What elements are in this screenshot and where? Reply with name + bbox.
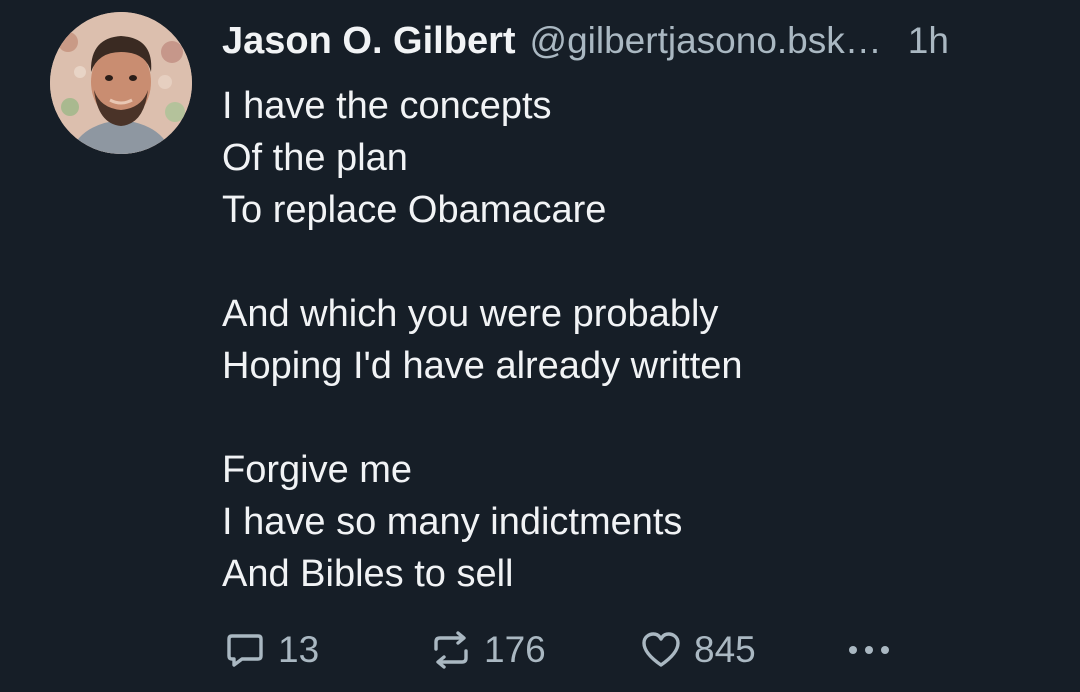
reply-count: 13 <box>278 629 320 670</box>
post-line: And Bibles to sell <box>222 553 514 595</box>
post-line: Of the plan <box>222 137 408 179</box>
more-options-button[interactable] <box>846 624 892 676</box>
post-line: I have the concepts <box>222 85 552 127</box>
post-line: Forgive me <box>222 449 413 491</box>
post-line: Hoping I'd have already written <box>222 345 743 387</box>
repost-button[interactable]: 176 <box>428 624 546 676</box>
like-count: 845 <box>694 629 756 670</box>
post-card: Jason O. Gilbert @gilbertjasono.bsk… 1h … <box>0 0 1080 692</box>
post-header: Jason O. Gilbert @gilbertjasono.bsk… 1h <box>222 20 1052 70</box>
display-name[interactable]: Jason O. Gilbert <box>222 20 516 63</box>
repost-count: 176 <box>484 629 546 670</box>
user-handle[interactable]: @gilbertjasono.bsk… <box>530 20 882 62</box>
post-line: To replace Obamacare <box>222 189 607 231</box>
action-bar: 13 176 845 <box>222 624 1022 676</box>
avatar[interactable] <box>50 12 192 154</box>
avatar-image <box>50 12 192 154</box>
reply-bubble-icon <box>222 627 268 673</box>
repost-arrows-icon <box>428 627 474 673</box>
timestamp[interactable]: 1h <box>908 20 949 62</box>
post-line: I have so many indictments <box>222 501 683 543</box>
heart-icon <box>638 627 684 673</box>
ellipsis-icon <box>846 627 892 673</box>
post-text: I have the concepts Of the plan To repla… <box>222 80 1052 600</box>
reply-button[interactable]: 13 <box>222 624 319 676</box>
post-line: And which you were probably <box>222 293 719 335</box>
like-button[interactable]: 845 <box>638 624 756 676</box>
